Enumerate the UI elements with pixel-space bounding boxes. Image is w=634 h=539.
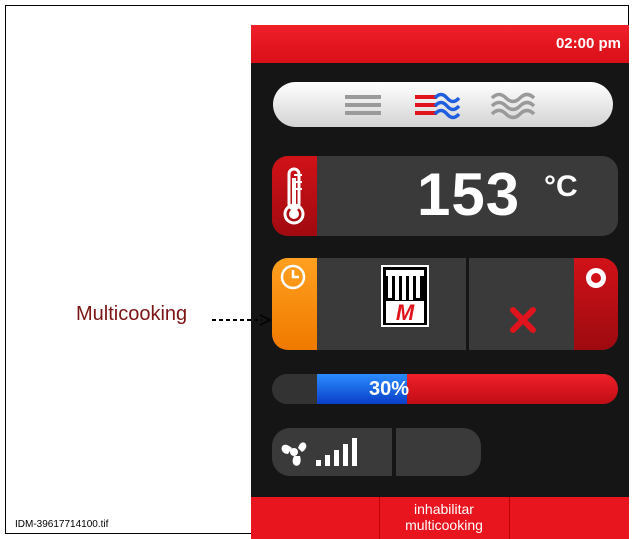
multicooking-m-icon: M bbox=[381, 265, 429, 327]
close-icon[interactable] bbox=[469, 258, 577, 350]
bottom-divider-right bbox=[509, 497, 510, 539]
multicooking-program-cell[interactable]: M bbox=[317, 258, 466, 350]
status-bar: 02:00 pm bbox=[251, 25, 629, 63]
multicooking-panel: M bbox=[272, 258, 618, 350]
fan-speed-button[interactable] bbox=[272, 428, 392, 476]
disable-multicooking-line2: multicooking bbox=[405, 517, 483, 533]
multicooking-cancel-cell[interactable] bbox=[469, 258, 577, 350]
progress-percent-label: 30% bbox=[369, 378, 410, 400]
multicooking-timer-button[interactable] bbox=[272, 258, 317, 350]
convection-mode-icon[interactable] bbox=[341, 88, 385, 122]
callout-arrow-icon bbox=[212, 314, 272, 326]
disable-multicooking-line1: inhabilitar bbox=[414, 501, 474, 517]
bottom-action-bar: inhabilitar multicooking bbox=[251, 497, 629, 539]
multicooking-callout-label: Multicooking bbox=[76, 303, 188, 325]
clock-icon bbox=[280, 264, 306, 290]
fan-icon bbox=[281, 438, 357, 466]
signal-bars-icon bbox=[316, 438, 357, 466]
thermometer-icon bbox=[283, 167, 305, 225]
cooking-progress-bar: 30% bbox=[272, 374, 618, 404]
temperature-value: 153 bbox=[417, 161, 521, 228]
fan-extra-button[interactable] bbox=[396, 428, 481, 476]
cooking-mode-selector[interactable] bbox=[273, 82, 613, 127]
record-button[interactable] bbox=[574, 258, 618, 350]
oven-control-panel: 02:00 pm 153 °C M 30% inhabilitar multic… bbox=[251, 25, 629, 539]
multicooking-m-letter: M bbox=[396, 300, 415, 325]
clock-time: 02:00 pm bbox=[555, 35, 621, 52]
record-icon bbox=[586, 268, 606, 288]
temperature-button[interactable] bbox=[272, 156, 317, 236]
temperature-display[interactable]: 153 °C bbox=[272, 156, 618, 236]
temperature-unit: °C bbox=[544, 170, 578, 203]
figure-file-id: IDM-39617714100.tif bbox=[15, 519, 109, 530]
steam-mode-icon[interactable] bbox=[489, 88, 537, 122]
disable-multicooking-button[interactable]: inhabilitar multicooking bbox=[379, 497, 509, 539]
combi-mode-icon[interactable] bbox=[413, 88, 463, 122]
